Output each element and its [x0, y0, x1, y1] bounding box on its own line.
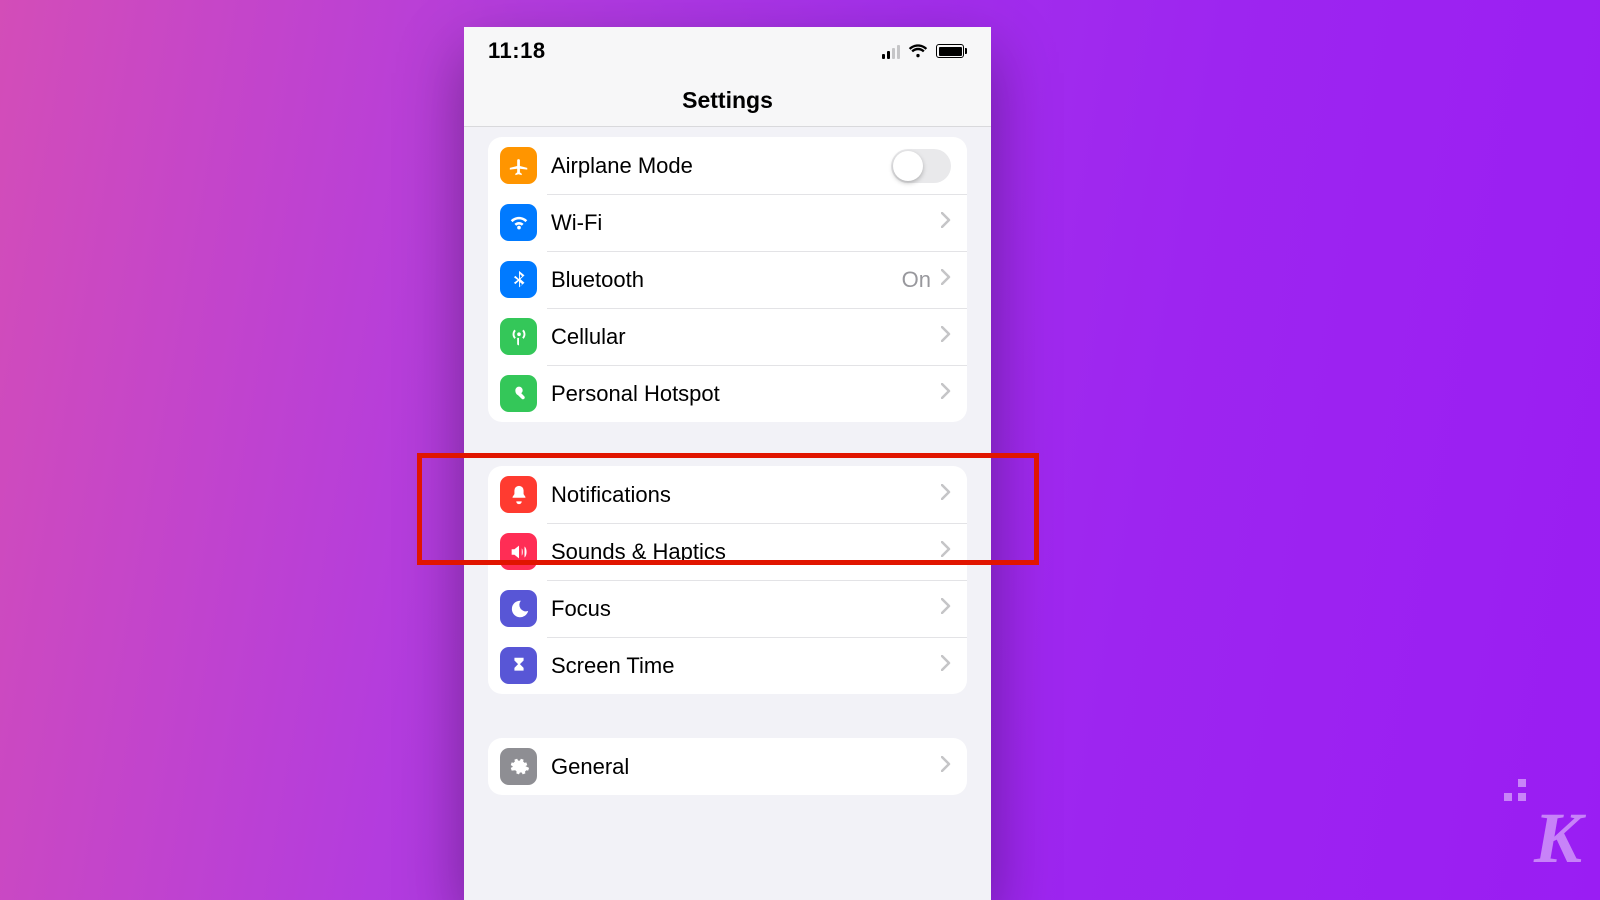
cellular-icon — [500, 318, 537, 355]
row-label: Screen Time — [551, 653, 941, 679]
hourglass-icon — [500, 647, 537, 684]
page-title: Settings — [682, 87, 773, 114]
watermark: K — [1534, 797, 1580, 880]
cellular-signal-icon — [882, 43, 900, 59]
airplane-icon — [500, 147, 537, 184]
row-trailing — [941, 541, 951, 562]
stage: 11:18 Settings Airplane Mode — [0, 0, 1600, 900]
row-label: Personal Hotspot — [551, 381, 941, 407]
settings-list: Airplane Mode Wi-Fi BluetoothOn Cellular Per… — [464, 127, 991, 795]
chevron-right-icon — [941, 541, 951, 562]
row-label: Cellular — [551, 324, 941, 350]
row-trailing — [941, 326, 951, 347]
wifi-icon — [500, 204, 537, 241]
row-label: Wi-Fi — [551, 210, 941, 236]
row-trailing — [941, 484, 951, 505]
row-label: Sounds & Haptics — [551, 539, 941, 565]
row-screentime[interactable]: Screen Time — [488, 637, 967, 694]
row-label: General — [551, 754, 941, 780]
bell-icon — [500, 476, 537, 513]
row-bluetooth[interactable]: BluetoothOn — [488, 251, 967, 308]
row-airplane[interactable]: Airplane Mode — [488, 137, 967, 194]
chevron-right-icon — [941, 326, 951, 347]
row-wifi[interactable]: Wi-Fi — [488, 194, 967, 251]
row-label: Bluetooth — [551, 267, 902, 293]
row-trailing — [941, 383, 951, 404]
row-general[interactable]: General — [488, 738, 967, 795]
row-sounds[interactable]: Sounds & Haptics — [488, 523, 967, 580]
row-label: Airplane Mode — [551, 153, 891, 179]
wifi-icon — [908, 43, 928, 59]
row-value: On — [902, 267, 931, 293]
chevron-right-icon — [941, 655, 951, 676]
row-label: Notifications — [551, 482, 941, 508]
row-trailing: On — [902, 267, 951, 293]
phone-frame: 11:18 Settings Airplane Mode — [464, 27, 991, 900]
chevron-right-icon — [941, 212, 951, 233]
row-focus[interactable]: Focus — [488, 580, 967, 637]
status-indicators — [882, 43, 967, 59]
status-time: 11:18 — [488, 38, 546, 64]
row-notifications[interactable]: Notifications — [488, 466, 967, 523]
bluetooth-icon — [500, 261, 537, 298]
row-trailing — [941, 756, 951, 777]
settings-group: Airplane Mode Wi-Fi BluetoothOn Cellular Per… — [488, 137, 967, 422]
gear-icon — [500, 748, 537, 785]
settings-group: Notifications Sounds & Haptics Focus Screen… — [488, 466, 967, 694]
row-cellular[interactable]: Cellular — [488, 308, 967, 365]
row-trailing — [891, 149, 951, 183]
nav-bar: Settings — [464, 75, 991, 127]
speaker-icon — [500, 533, 537, 570]
chevron-right-icon — [941, 269, 951, 290]
hotspot-icon — [500, 375, 537, 412]
chevron-right-icon — [941, 383, 951, 404]
airplane-toggle[interactable] — [891, 149, 951, 183]
chevron-right-icon — [941, 598, 951, 619]
chevron-right-icon — [941, 484, 951, 505]
row-trailing — [941, 212, 951, 233]
moon-icon — [500, 590, 537, 627]
row-trailing — [941, 655, 951, 676]
row-trailing — [941, 598, 951, 619]
battery-icon — [936, 44, 967, 58]
row-hotspot[interactable]: Personal Hotspot — [488, 365, 967, 422]
status-bar: 11:18 — [464, 27, 991, 75]
row-label: Focus — [551, 596, 941, 622]
chevron-right-icon — [941, 756, 951, 777]
settings-group: General — [488, 738, 967, 795]
